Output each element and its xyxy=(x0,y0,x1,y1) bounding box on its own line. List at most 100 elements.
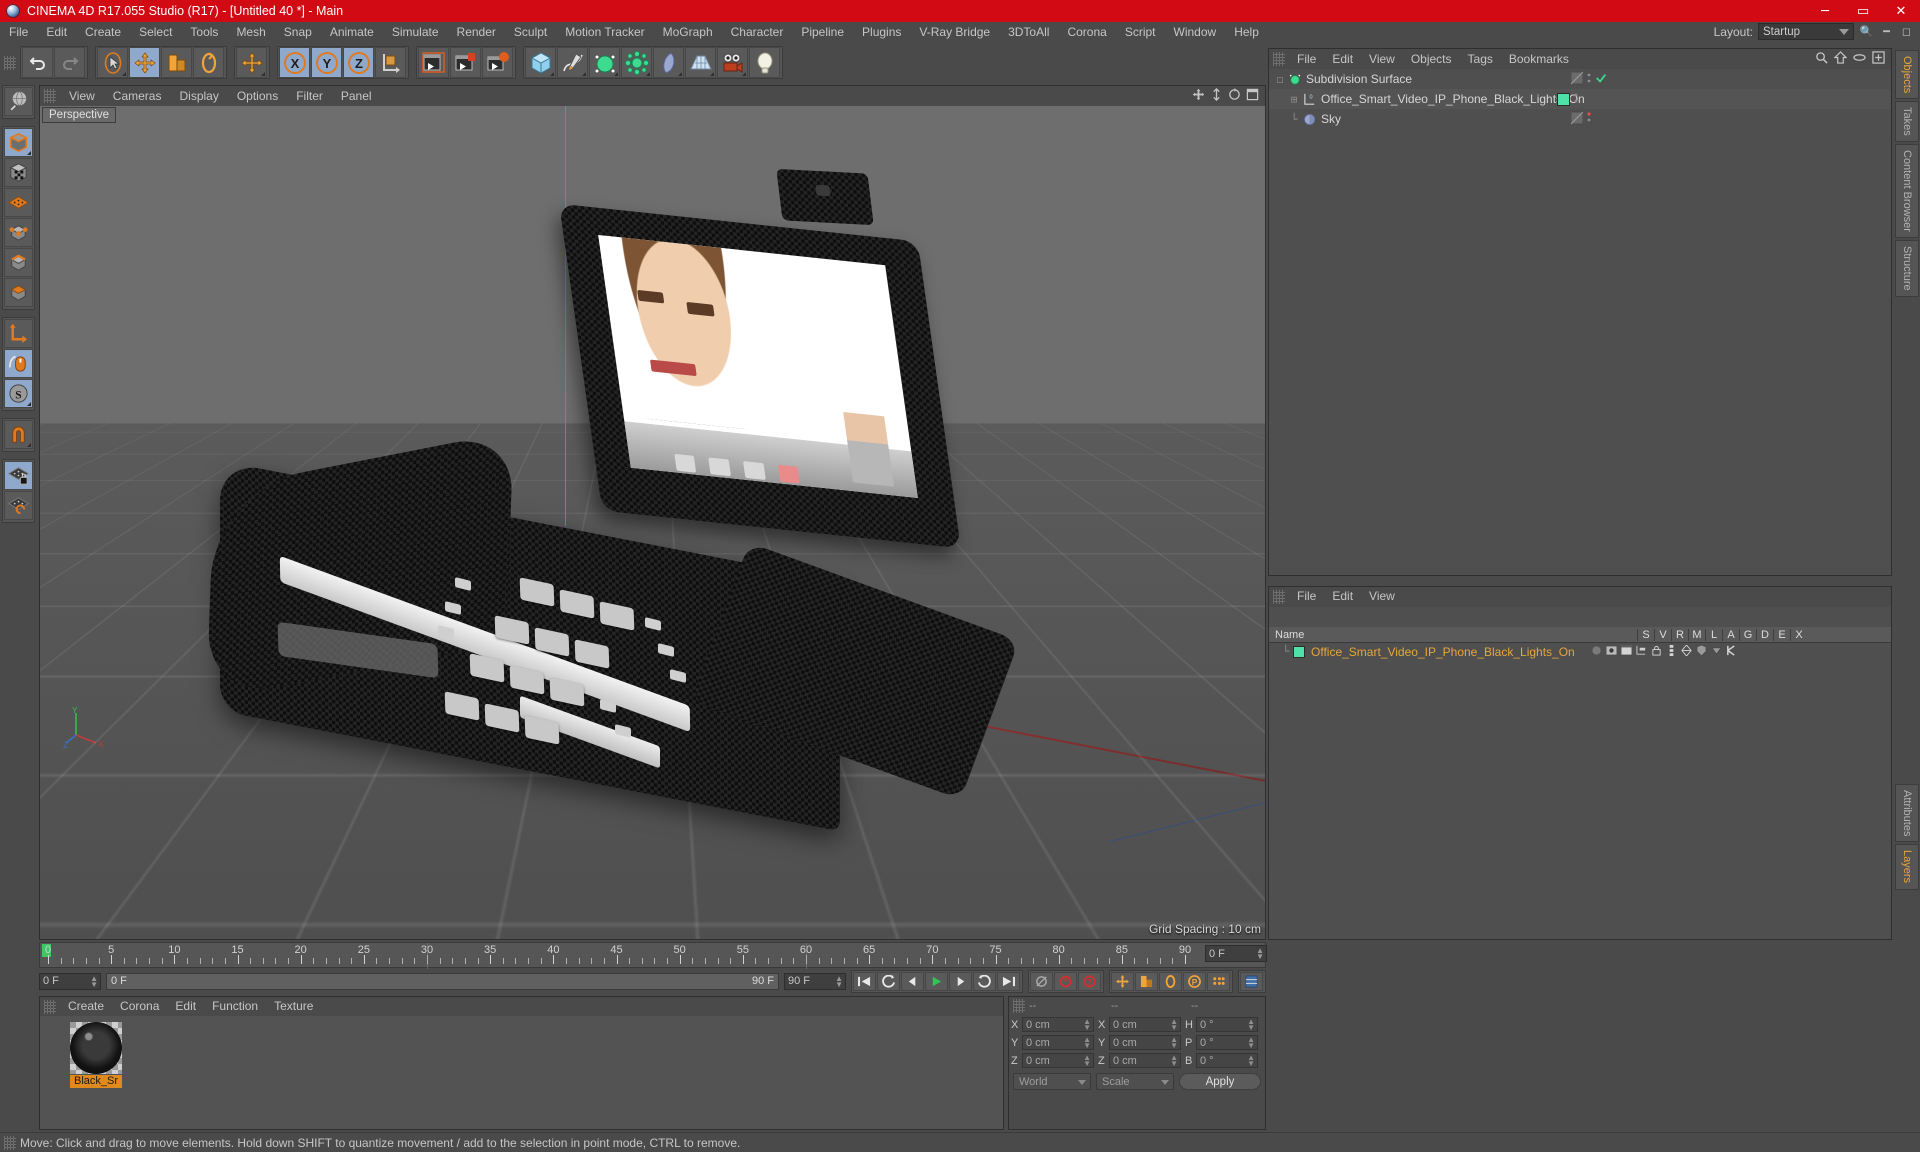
viewport-menu-cameras[interactable]: Cameras xyxy=(104,86,171,106)
layout-dropdown[interactable]: Startup xyxy=(1758,23,1854,40)
go-to-start-button[interactable] xyxy=(853,971,876,991)
solo-toggle-icon[interactable] xyxy=(1591,645,1602,659)
om-menu-view[interactable]: View xyxy=(1361,50,1403,69)
viewport-menu-panel[interactable]: Panel xyxy=(332,86,381,106)
coord-field-rot-h[interactable]: 0 ° ▲ ▼ xyxy=(1196,1017,1258,1032)
spinner-icon[interactable]: ▲ ▼ xyxy=(1083,1054,1091,1068)
spinner-icon[interactable]: ▲ ▼ xyxy=(1170,1018,1178,1032)
add-deformer-button[interactable] xyxy=(621,47,652,78)
restore-layout-icon[interactable]: ◻ xyxy=(1899,24,1914,39)
model-mode-button[interactable] xyxy=(4,128,33,157)
layer-manager-body[interactable]: Name S V R M L A G D E X └ Office_Smart_… xyxy=(1269,607,1891,939)
spinner-icon[interactable]: ▲ ▼ xyxy=(1170,1036,1178,1050)
phong-tag-icon[interactable] xyxy=(1595,72,1607,87)
points-mode-button[interactable] xyxy=(4,218,33,247)
lm-menu-file[interactable]: File xyxy=(1289,587,1324,606)
add-spline-button[interactable] xyxy=(557,47,588,78)
menu-item-character[interactable]: Character xyxy=(722,22,793,43)
timeline-current-frame-field[interactable]: 0 F ▲ ▼ xyxy=(1205,945,1267,962)
render-settings-button[interactable] xyxy=(482,47,513,78)
maximize-button[interactable]: ▭ xyxy=(1844,0,1882,22)
viewport-3d-canvas[interactable]: Perspective Y X Z Grid Spacing: 10 cm xyxy=(40,106,1265,939)
tab-takes[interactable]: Takes xyxy=(1895,101,1919,143)
lm-menu-view[interactable]: View xyxy=(1361,587,1403,606)
magnet-tool-button[interactable] xyxy=(4,420,33,449)
dot-column-icon[interactable] xyxy=(1573,91,1579,108)
spinner-icon[interactable]: ▲ ▼ xyxy=(1256,947,1264,961)
tab-layers[interactable]: Layers xyxy=(1895,844,1919,890)
coord-field-pos-x[interactable]: 0 cm ▲ ▼ xyxy=(1022,1017,1094,1032)
axis-modify-button[interactable] xyxy=(4,319,33,348)
menu-item-mesh[interactable]: Mesh xyxy=(227,22,274,43)
material-tag-swatch[interactable] xyxy=(1557,92,1570,106)
column-header-v[interactable]: V xyxy=(1654,628,1671,641)
spinner-icon[interactable]: ▲ ▼ xyxy=(835,974,843,988)
deformer-toggle-icon[interactable] xyxy=(1696,644,1707,659)
menu-item-simulate[interactable]: Simulate xyxy=(383,22,448,43)
close-button[interactable]: ✕ xyxy=(1882,0,1920,22)
menu-item-sculpt[interactable]: Sculpt xyxy=(505,22,556,43)
autokey-button[interactable] xyxy=(1030,971,1053,991)
xpresso-toggle-icon[interactable] xyxy=(1726,644,1737,659)
layer-row[interactable]: └ Office_Smart_Video_IP_Phone_Black_Ligh… xyxy=(1269,643,1891,660)
spinner-icon[interactable]: ▲ ▼ xyxy=(1170,1054,1178,1068)
viewport-grip[interactable] xyxy=(44,89,56,103)
workplane-lock-button[interactable] xyxy=(4,461,33,490)
column-header-x[interactable]: X xyxy=(1790,628,1807,641)
tree-expander[interactable]: ◻ xyxy=(1273,73,1287,86)
coord-field-pos-z[interactable]: 0 cm ▲ ▼ xyxy=(1022,1053,1094,1068)
key-position-button[interactable] xyxy=(1111,971,1134,991)
add-light-button[interactable] xyxy=(749,47,780,78)
coord-field-rot-p[interactable]: 0 ° ▲ ▼ xyxy=(1196,1035,1258,1050)
lock-toggle-icon[interactable] xyxy=(1651,645,1662,659)
spinner-icon[interactable]: ▲ ▼ xyxy=(1247,1018,1255,1032)
mm-menu-edit[interactable]: Edit xyxy=(167,997,204,1016)
mm-menu-corona[interactable]: Corona xyxy=(112,997,167,1016)
coord-field-size-z[interactable]: 0 cm ▲ ▼ xyxy=(1109,1053,1181,1068)
toolbar-grip[interactable] xyxy=(4,55,16,70)
coord-field-size-x[interactable]: 0 cm ▲ ▼ xyxy=(1109,1017,1181,1032)
om-menu-tags[interactable]: Tags xyxy=(1460,50,1501,69)
object-tag-area[interactable] xyxy=(1570,109,1605,129)
key-param-button[interactable]: P xyxy=(1183,971,1206,991)
polygons-mode-button[interactable] xyxy=(4,278,33,307)
column-header-m[interactable]: M xyxy=(1688,628,1705,641)
current-frame-field[interactable]: 0 F ▲ ▼ xyxy=(39,972,101,990)
column-header-d[interactable]: D xyxy=(1756,628,1773,641)
step-forward-button[interactable] xyxy=(949,971,972,991)
render-toggle-icon[interactable] xyxy=(1620,644,1633,659)
layer-color-swatch[interactable] xyxy=(1293,645,1305,658)
range-end-field[interactable]: 90 F ▲ ▼ xyxy=(784,972,846,990)
menu-item-select[interactable]: Select xyxy=(130,22,181,43)
menu-item-motion-tracker[interactable]: Motion Tracker xyxy=(556,22,653,43)
tab-structure[interactable]: Structure xyxy=(1895,239,1919,297)
lm-menu-edit[interactable]: Edit xyxy=(1324,587,1361,606)
column-header-s[interactable]: S xyxy=(1637,628,1654,641)
layer-manager-grip[interactable] xyxy=(1273,589,1285,604)
menu-item-3dtoall[interactable]: 3DToAll xyxy=(999,22,1058,43)
column-header-r[interactable]: R xyxy=(1671,628,1688,641)
lock-z-button[interactable]: Z xyxy=(343,47,374,78)
coord-field-size-y[interactable]: 0 cm ▲ ▼ xyxy=(1109,1035,1181,1050)
step-back-button[interactable] xyxy=(901,971,924,991)
make-editable-button[interactable] xyxy=(4,87,33,116)
coord-field-rot-b[interactable]: 0 ° ▲ ▼ xyxy=(1196,1053,1258,1068)
animation-toggle-icon[interactable] xyxy=(1666,644,1677,659)
spinner-icon[interactable]: ▲ ▼ xyxy=(1247,1036,1255,1050)
timeline-ruler[interactable]: 051015202530354045505560657075808590 xyxy=(39,942,1266,969)
spinner-icon[interactable]: ▲ ▼ xyxy=(90,974,98,988)
undo-button[interactable] xyxy=(22,47,53,78)
menu-item-corona[interactable]: Corona xyxy=(1058,22,1115,43)
apply-button[interactable]: Apply xyxy=(1179,1073,1261,1090)
go-to-end-button[interactable] xyxy=(997,971,1020,991)
spinner-icon[interactable]: ▲ ▼ xyxy=(1247,1054,1255,1068)
expand-icon[interactable] xyxy=(1872,51,1885,67)
viewport-menu-options[interactable]: Options xyxy=(228,86,287,106)
mm-menu-create[interactable]: Create xyxy=(60,997,112,1016)
search-icon[interactable]: 🔍 xyxy=(1859,24,1874,39)
timeline-toggle-button[interactable] xyxy=(1240,971,1263,991)
om-menu-edit[interactable]: Edit xyxy=(1324,50,1361,69)
maximize-view-icon[interactable] xyxy=(1246,88,1259,104)
status-bar-grip[interactable] xyxy=(4,1135,16,1150)
coordinates-grip[interactable] xyxy=(1013,999,1025,1013)
